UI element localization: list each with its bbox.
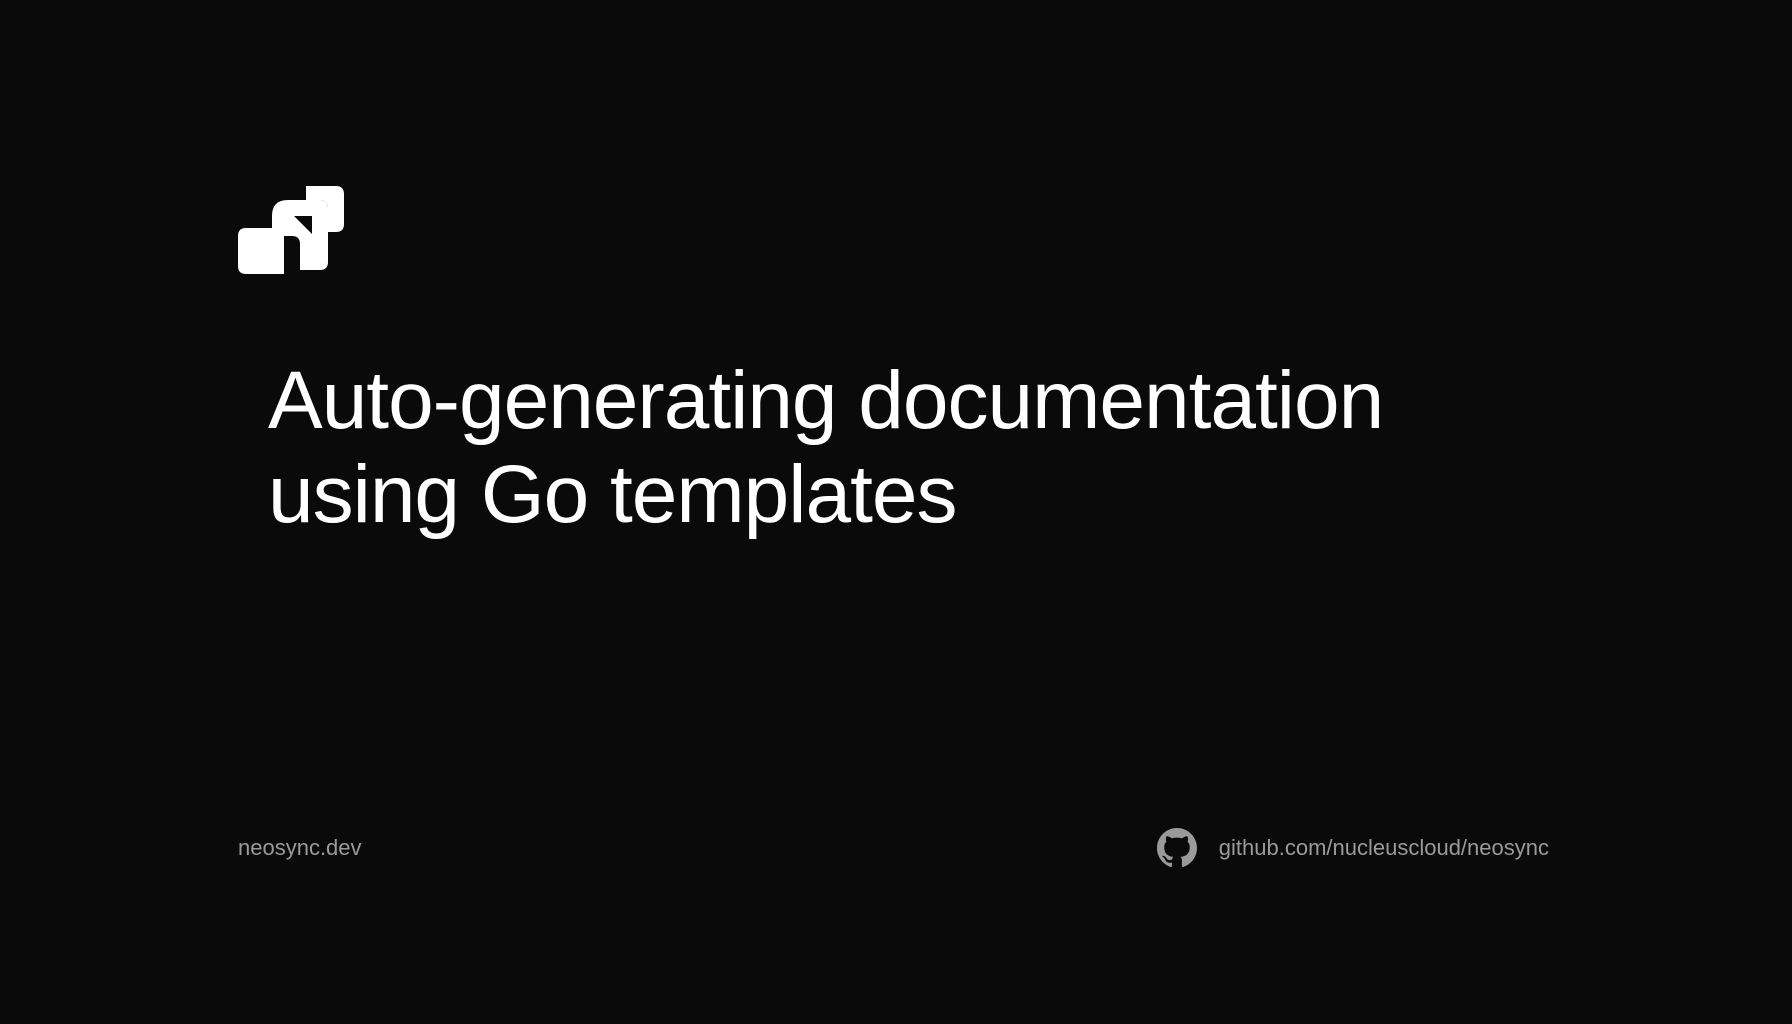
- github-link-text: github.com/nucleuscloud/neosync: [1219, 835, 1549, 861]
- neosync-logo-icon: [238, 186, 344, 274]
- slide-container: Auto-generating documentation using Go t…: [168, 96, 1624, 928]
- website-link[interactable]: neosync.dev: [238, 835, 362, 861]
- github-icon: [1157, 828, 1197, 868]
- slide-title: Auto-generating documentation using Go t…: [268, 354, 1524, 543]
- slide-footer: neosync.dev github.com/nucleuscloud/neos…: [238, 828, 1549, 868]
- github-section[interactable]: github.com/nucleuscloud/neosync: [1157, 828, 1549, 868]
